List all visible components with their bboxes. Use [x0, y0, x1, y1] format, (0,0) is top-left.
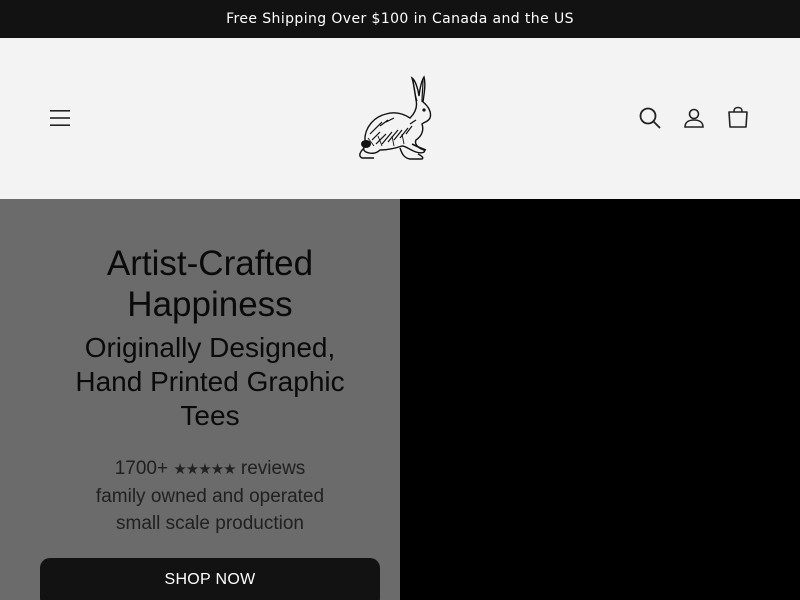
search-icon — [639, 107, 661, 129]
hero-title-line1: Artist-Crafted — [106, 244, 314, 283]
announcement-bar: Free Shipping Over $100 in Canada and th… — [0, 0, 800, 38]
hero-title: Artist-Crafted Happiness — [20, 243, 400, 325]
hero-title-line2: Happiness — [127, 285, 293, 324]
hero-text-panel: Artist-Crafted Happiness Originally Desi… — [0, 199, 400, 600]
reviews-count: 1700+ — [114, 458, 169, 479]
hero-image — [400, 199, 800, 600]
hero-subtitle-line1: Originally Designed, — [84, 332, 336, 363]
site-header — [0, 38, 800, 199]
account-button[interactable] — [678, 102, 710, 134]
cart-button[interactable] — [722, 102, 754, 134]
rating-stars-icon: ★★★★★ — [173, 461, 236, 478]
reviews-line: 1700+ ★★★★★ reviews — [20, 455, 400, 483]
rabbit-logo[interactable] — [352, 74, 448, 162]
menu-button[interactable] — [44, 102, 76, 134]
hero-banner: Artist-Crafted Happiness Originally Desi… — [0, 199, 800, 600]
hamburger-menu-icon — [50, 110, 70, 126]
hero-subtitle: Originally Designed, Hand Printed Graphi… — [20, 331, 400, 433]
search-button[interactable] — [634, 102, 666, 134]
hero-description: 1700+ ★★★★★ reviews family owned and ope… — [20, 455, 400, 537]
cart-icon — [728, 106, 748, 128]
production-line: small scale production — [116, 513, 304, 534]
hero-subtitle-line3: Tees — [180, 400, 240, 431]
family-owned-line: family owned and operated — [95, 486, 325, 507]
announcement-text: Free Shipping Over $100 in Canada and th… — [226, 11, 574, 27]
shop-now-button[interactable]: SHOP NOW — [40, 558, 380, 600]
header-actions — [634, 102, 754, 134]
reviews-label: reviews — [240, 458, 306, 479]
account-icon — [684, 108, 704, 128]
hero-subtitle-line2: Hand Printed Graphic — [75, 366, 345, 397]
